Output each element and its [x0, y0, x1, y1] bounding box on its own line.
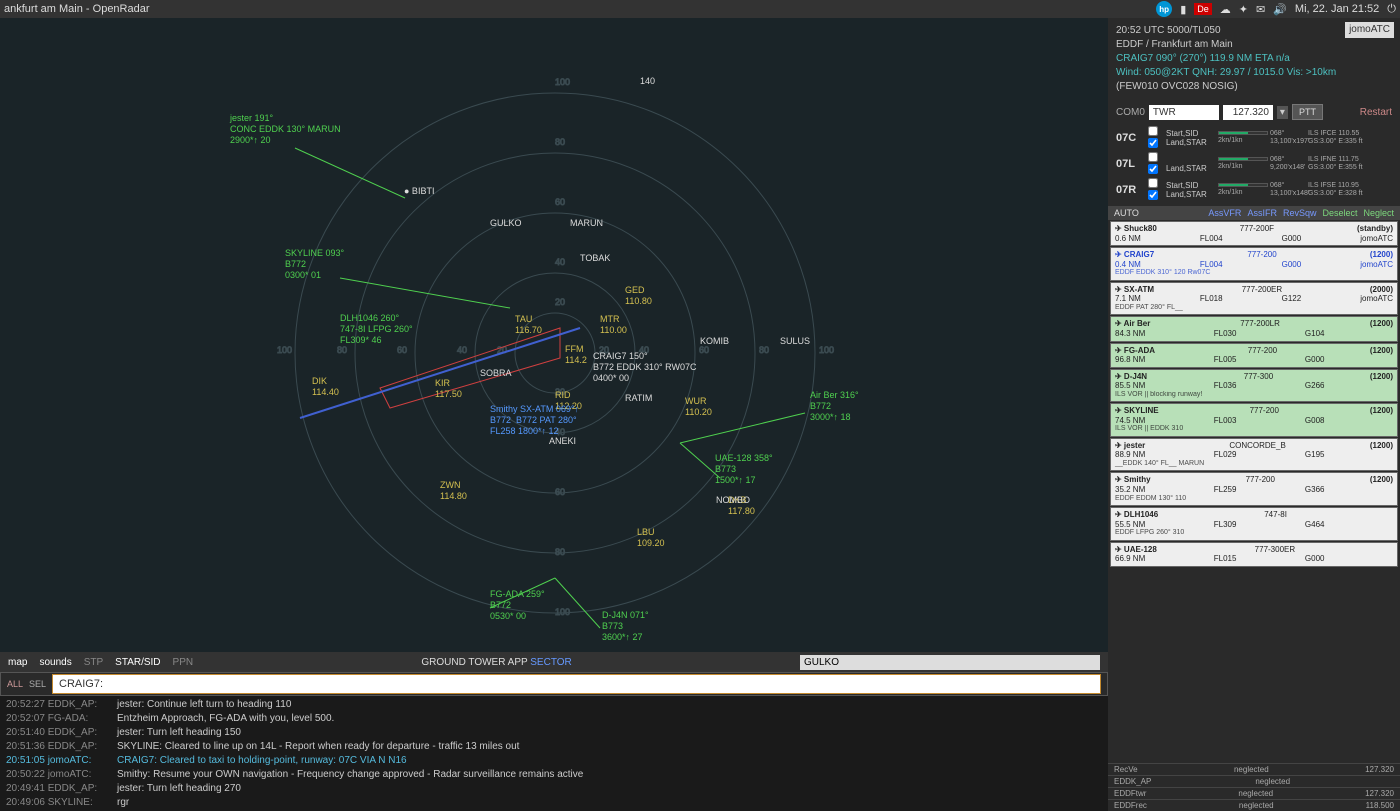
svg-text:100: 100: [555, 607, 570, 617]
freq-list: RecVeneglected127.320EDDK_APneglectedEDD…: [1108, 763, 1400, 811]
svg-text:40: 40: [555, 257, 565, 267]
info-airport: EDDF / Frankfurt am Main: [1116, 38, 1392, 52]
log-row: 20:51:36 EDDK_AP:SKYLINE: Cleared to lin…: [6, 740, 1102, 754]
flight-strip[interactable]: ✈ DLH1046747-8I 55.5 NMFL309G464 EDDF LF…: [1110, 507, 1398, 541]
freq-row[interactable]: EDDFtwrneglected127.320: [1108, 787, 1400, 799]
svg-text:60: 60: [555, 197, 565, 207]
controller-id: jomoATC: [1345, 22, 1394, 38]
flight-strip[interactable]: ✈ SX-ATM777-200ER(2000) 7.1 NMFL018G122j…: [1110, 282, 1398, 316]
log-row: 20:50:22 jomoATC:Smithy: Resume your OWN…: [6, 768, 1102, 782]
svg-text:80: 80: [555, 547, 565, 557]
svg-text:40: 40: [457, 345, 467, 355]
log-row: 20:51:40 EDDK_AP:jester: Turn left headi…: [6, 726, 1102, 740]
freq-row[interactable]: EDDK_APneglected: [1108, 775, 1400, 787]
info-selected[interactable]: CRAIG7 090° (270°) 119.9 NM ETA n/a: [1116, 52, 1392, 66]
flight-strip[interactable]: ✈ Air Ber777-200LR(1200) 84.3 NMFL030G10…: [1110, 316, 1398, 341]
system-tray: hp ▮ De ☁ ✦ ✉ 🔊 Mi, 22. Jan 21:52 ⏻: [1156, 1, 1396, 17]
svg-text:60: 60: [555, 487, 565, 497]
svg-text:60: 60: [397, 345, 407, 355]
com-role-input[interactable]: [1149, 105, 1219, 120]
log-row: 20:49:41 EDDK_AP:jester: Turn left headi…: [6, 782, 1102, 796]
com-label: COM0: [1116, 107, 1145, 118]
hdr-auto[interactable]: AUTO: [1114, 208, 1139, 218]
mode-ppn[interactable]: PPN: [173, 657, 194, 668]
flight-strip[interactable]: ✈ Shuck80777-200F(standby) 0.6 NMFL004G0…: [1110, 221, 1398, 246]
keyboard-layout[interactable]: De: [1194, 3, 1212, 15]
hdr-neglect[interactable]: Neglect: [1363, 208, 1394, 218]
runway-panel: 07C Start,SIDLand,STAR 2kn/1kn 068°13,10…: [1108, 124, 1400, 206]
dropdown-icon[interactable]: ▾: [1277, 106, 1288, 119]
command-input[interactable]: [52, 674, 1101, 694]
mode-map[interactable]: map: [8, 657, 27, 668]
power-icon[interactable]: ⏻: [1387, 3, 1396, 16]
settings-icon[interactable]: ✦: [1239, 3, 1248, 16]
right-panel: jomoATC 20:52 UTC 5000/TL050 EDDF / Fran…: [1108, 18, 1400, 811]
freq-row[interactable]: RecVeneglected127.320: [1108, 763, 1400, 775]
runway-row[interactable]: 07C Start,SIDLand,STAR 2kn/1kn 068°13,10…: [1116, 126, 1392, 150]
mail-icon[interactable]: ✉: [1256, 3, 1265, 16]
hp-icon[interactable]: hp: [1156, 1, 1172, 17]
cmd-sel[interactable]: SEL: [29, 679, 46, 689]
svg-text:20: 20: [555, 387, 565, 397]
svg-text:80: 80: [555, 137, 565, 147]
clock[interactable]: Mi, 22. Jan 21:52: [1295, 3, 1379, 15]
log-row: 20:49:06 SKYLINE:rgr: [6, 796, 1102, 810]
svg-text:40: 40: [639, 345, 649, 355]
com-freq-input[interactable]: [1223, 105, 1273, 120]
restart-link[interactable]: Restart: [1360, 107, 1392, 118]
flight-strip[interactable]: ✈ jesterCONCORDE_B(1200) 88.9 NMFL029G19…: [1110, 438, 1398, 472]
com-bar: COM0 ▾ PTT Restart: [1108, 100, 1400, 124]
log-row: 20:52:07 FG-ADA:Entzheim Approach, FG-AD…: [6, 712, 1102, 726]
command-bar: ALL SEL: [0, 672, 1108, 696]
runway-row[interactable]: 07L Land,STAR 2kn/1kn 068°9,200'x148' IL…: [1116, 152, 1392, 176]
hdr-deselect[interactable]: Deselect: [1322, 208, 1357, 218]
cloud-icon: ☁: [1220, 3, 1231, 16]
mode-center[interactable]: GROUND TOWER APP SECTOR: [205, 657, 788, 668]
svg-text:20: 20: [555, 297, 565, 307]
hdr-rev[interactable]: RevSqw: [1283, 208, 1317, 218]
svg-text:80: 80: [337, 345, 347, 355]
svg-text:100: 100: [277, 345, 292, 355]
flight-strips[interactable]: ✈ Shuck80777-200F(standby) 0.6 NMFL004G0…: [1108, 220, 1400, 763]
message-log[interactable]: 20:52:27 EDDK_AP:jester: Continue left t…: [0, 696, 1108, 811]
svg-text:60: 60: [699, 345, 709, 355]
freq-row[interactable]: EDDFrecneglected118.500: [1108, 799, 1400, 811]
flight-strip[interactable]: ✈ D-J4N777-300(1200) 85.5 NMFL036G266 IL…: [1110, 369, 1398, 403]
flag-icon: ▮: [1180, 3, 1186, 16]
mode-starsid[interactable]: STAR/SID: [115, 657, 160, 668]
info-wx1: Wind: 050@2KT QNH: 29.97 / 1015.0 Vis: >…: [1116, 66, 1392, 80]
svg-text:20: 20: [599, 345, 609, 355]
svg-text:100: 100: [555, 77, 570, 87]
radar-svg: 2020202040404040606060608080808010010010…: [0, 18, 1108, 638]
window-title: ankfurt am Main - OpenRadar: [4, 3, 1156, 15]
hdr-ifr[interactable]: AssIFR: [1247, 208, 1277, 218]
radar-scope[interactable]: 2020202040404040606060608080808010010010…: [0, 18, 1108, 652]
mode-sounds[interactable]: sounds: [39, 657, 71, 668]
runway-row[interactable]: 07R Start,SIDLand,STAR 2kn/1kn 068°13,10…: [1116, 178, 1392, 202]
flight-strip[interactable]: ✈ UAE-128777-300ER 66.9 NMFL015G000: [1110, 542, 1398, 567]
taskbar: ankfurt am Main - OpenRadar hp ▮ De ☁ ✦ …: [0, 0, 1400, 18]
hdr-vfr[interactable]: AssVFR: [1208, 208, 1241, 218]
flight-strip[interactable]: ✈ SKYLINE777-200(1200) 74.5 NMFL003G008 …: [1110, 403, 1398, 437]
log-row: 20:51:05 jomoATC:CRAIG7: Cleared to taxi…: [6, 754, 1102, 768]
svg-text:100: 100: [819, 345, 834, 355]
flight-strip[interactable]: ✈ FG-ADA777-200(1200) 96.8 NMFL005G000: [1110, 343, 1398, 368]
info-block: jomoATC 20:52 UTC 5000/TL050 EDDF / Fran…: [1108, 18, 1400, 100]
mode-stp[interactable]: STP: [84, 657, 103, 668]
flight-strip[interactable]: ✈ Smithy777-200(1200) 35.2 NMFL259G366 E…: [1110, 472, 1398, 506]
flight-strip[interactable]: ✈ CRAIG7777-200(1200) 0.4 NMFL004G000jom…: [1110, 247, 1398, 281]
svg-text:80: 80: [759, 345, 769, 355]
search-input[interactable]: [800, 655, 1100, 670]
mode-bar: map sounds STP STAR/SID PPN GROUND TOWER…: [0, 652, 1108, 672]
info-wx2: (FEW010 OVC028 NOSIG): [1116, 80, 1392, 94]
svg-text:40: 40: [555, 427, 565, 437]
ptt-button[interactable]: PTT: [1292, 104, 1323, 120]
log-row: 20:52:27 EDDK_AP:jester: Continue left t…: [6, 698, 1102, 712]
cmd-all[interactable]: ALL: [7, 679, 23, 689]
volume-icon[interactable]: 🔊: [1273, 3, 1287, 16]
strip-header: AUTO AssVFR AssIFR RevSqw Deselect Negle…: [1108, 206, 1400, 220]
